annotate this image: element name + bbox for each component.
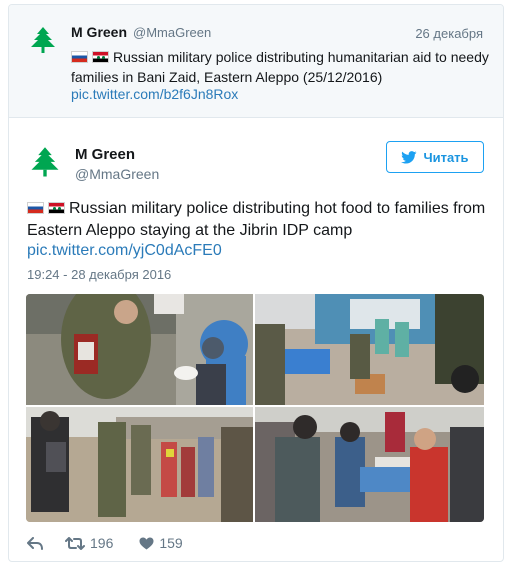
author-name[interactable]: M Green — [75, 146, 135, 163]
author-handle[interactable]: @MmaGreen — [75, 166, 159, 182]
retweet-count: 196 — [90, 535, 114, 551]
reply-button[interactable] — [27, 536, 43, 550]
photo-soldier-with-child[interactable] — [26, 294, 253, 405]
photo-2-image — [255, 294, 484, 405]
tweet-text: Russian military police distributing hot… — [27, 198, 487, 242]
twitter-bird-icon — [401, 150, 417, 164]
tweet-body: Russian military police distributing hot… — [27, 200, 486, 239]
tweet-embed: M Green @MmaGreen 26 декабря Russian mil… — [8, 4, 504, 562]
syria-flag-icon — [48, 202, 65, 214]
photo-children-with-food[interactable] — [255, 407, 484, 522]
parent-tweet-link[interactable]: pic.twitter.com/b2f6Jn8Rox — [71, 86, 238, 102]
tweet-media-link[interactable]: pic.twitter.com/yjC0dAcFE0 — [27, 242, 222, 260]
parent-tweet-text: Russian military police distributing hum… — [71, 47, 491, 87]
photo-crowd-waiting[interactable] — [26, 407, 253, 522]
tweet-timestamp[interactable]: 19:24 - 28 декабря 2016 — [27, 267, 171, 282]
parent-tweet-date[interactable]: 26 декабря — [415, 26, 483, 41]
like-count: 159 — [159, 535, 183, 551]
parent-tweet-body: Russian military police distributing hum… — [71, 49, 489, 85]
parent-author-name[interactable]: M Green — [71, 24, 127, 40]
photo-4-image — [255, 407, 484, 522]
photo-1-image — [26, 294, 253, 405]
photo-tents-and-food-table[interactable] — [255, 294, 484, 405]
tweet-actions: 196 159 — [27, 531, 183, 555]
parent-tweet[interactable]: M Green @MmaGreen 26 декабря Russian mil… — [9, 5, 503, 118]
heart-icon — [139, 537, 154, 549]
photo-3-image — [26, 407, 253, 522]
syria-flag-icon — [92, 51, 109, 63]
follow-button-label: Читать — [423, 149, 469, 165]
reply-icon — [27, 536, 43, 550]
russia-flag-icon — [71, 51, 88, 63]
parent-author-handle[interactable]: @MmaGreen — [133, 25, 211, 40]
follow-button[interactable]: Читать — [386, 141, 484, 173]
russia-flag-icon — [27, 202, 44, 214]
like-button[interactable]: 159 — [139, 535, 183, 551]
lebanon-cedar-icon[interactable] — [27, 25, 59, 57]
retweet-button[interactable]: 196 — [65, 535, 113, 551]
retweet-icon — [65, 536, 85, 550]
lebanon-cedar-icon[interactable] — [27, 145, 63, 181]
